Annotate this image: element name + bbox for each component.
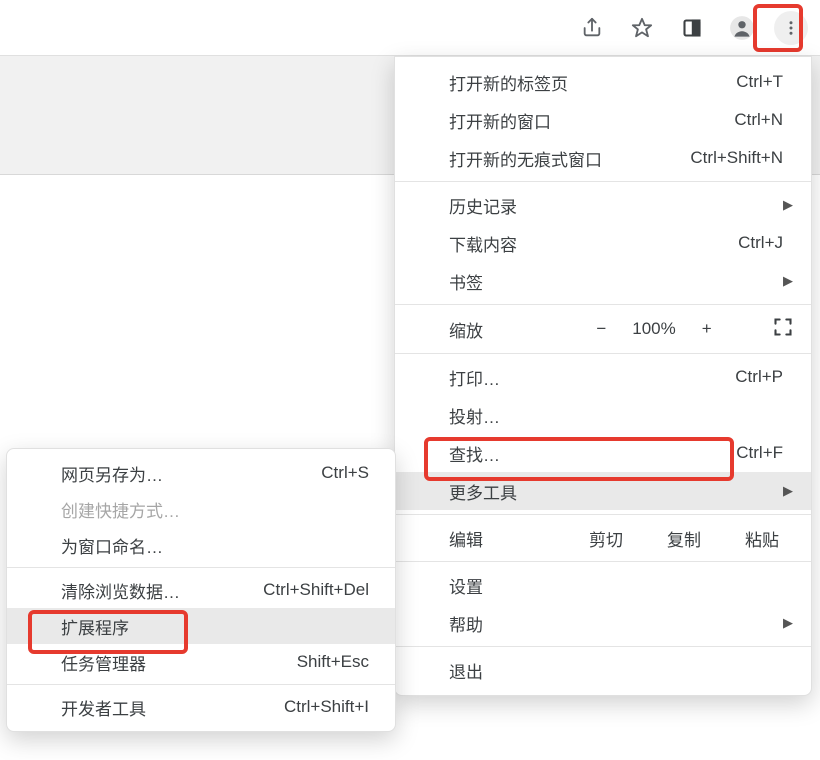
submenu-item-dev-tools[interactable]: 开发者工具 Ctrl+Shift+I [7, 689, 395, 725]
chevron-right-icon: ▶ [783, 483, 793, 499]
menu-label: 下载内容 [449, 231, 738, 256]
menu-label: 查找… [449, 441, 736, 466]
edit-copy-button[interactable]: 复制 [667, 526, 701, 551]
submenu-separator [7, 684, 395, 685]
submenu-shortcut: Shift+Esc [297, 652, 369, 672]
zoom-label: 缩放 [449, 317, 559, 342]
zoom-controls: − 100% + [559, 319, 749, 339]
browser-toolbar [0, 0, 820, 56]
submenu-shortcut: Ctrl+Shift+I [284, 697, 369, 717]
side-panel-icon[interactable] [674, 10, 710, 46]
menu-item-edit: 编辑 剪切 复制 粘贴 [395, 519, 811, 557]
menu-label: 打印… [449, 365, 735, 390]
menu-label: 打开新的标签页 [449, 70, 736, 95]
edit-label: 编辑 [449, 526, 589, 551]
zoom-value: 100% [632, 319, 675, 339]
submenu-item-extensions[interactable]: 扩展程序 [7, 608, 395, 644]
edit-cut-button[interactable]: 剪切 [589, 526, 623, 551]
edit-ops: 剪切 复制 粘贴 [589, 526, 779, 551]
toolbar-right-icons [574, 0, 808, 56]
menu-item-find[interactable]: 查找… Ctrl+F [395, 434, 811, 472]
menu-item-exit[interactable]: 退出 [395, 651, 811, 689]
share-icon[interactable] [574, 10, 610, 46]
star-icon[interactable] [624, 10, 660, 46]
menu-separator [395, 304, 811, 305]
menu-label: 打开新的无痕式窗口 [449, 146, 690, 171]
menu-shortcut: Ctrl+P [735, 367, 783, 387]
submenu-label: 创建快捷方式… [61, 497, 369, 522]
profile-icon[interactable] [724, 10, 760, 46]
submenu-separator [7, 567, 395, 568]
menu-separator [395, 514, 811, 515]
menu-item-downloads[interactable]: 下载内容 Ctrl+J [395, 224, 811, 262]
submenu-shortcut: Ctrl+S [321, 463, 369, 483]
main-dropdown-menu: 打开新的标签页 Ctrl+T 打开新的窗口 Ctrl+N 打开新的无痕式窗口 C… [394, 56, 812, 696]
zoom-out-button[interactable]: − [596, 319, 606, 339]
menu-item-help[interactable]: 帮助 ▶ [395, 604, 811, 642]
menu-label: 打开新的窗口 [449, 108, 734, 133]
fullscreen-icon[interactable] [773, 317, 793, 342]
submenu-item-save-as[interactable]: 网页另存为… Ctrl+S [7, 455, 395, 491]
menu-label: 历史记录 [449, 193, 783, 218]
edit-paste-button[interactable]: 粘贴 [745, 526, 779, 551]
submenu-item-name-window[interactable]: 为窗口命名… [7, 527, 395, 563]
menu-label: 设置 [449, 573, 783, 598]
menu-shortcut: Ctrl+F [736, 443, 783, 463]
more-tools-submenu: 网页另存为… Ctrl+S 创建快捷方式… 为窗口命名… 清除浏览数据… Ctr… [6, 448, 396, 732]
submenu-item-create-shortcut: 创建快捷方式… [7, 491, 395, 527]
menu-item-new-tab[interactable]: 打开新的标签页 Ctrl+T [395, 63, 811, 101]
submenu-item-task-manager[interactable]: 任务管理器 Shift+Esc [7, 644, 395, 680]
menu-separator [395, 353, 811, 354]
menu-label: 更多工具 [449, 479, 783, 504]
menu-item-settings[interactable]: 设置 [395, 566, 811, 604]
menu-label: 书签 [449, 269, 783, 294]
menu-item-new-incognito[interactable]: 打开新的无痕式窗口 Ctrl+Shift+N [395, 139, 811, 177]
chevron-right-icon: ▶ [783, 197, 793, 213]
submenu-label: 扩展程序 [61, 614, 369, 639]
menu-separator [395, 646, 811, 647]
menu-shortcut: Ctrl+J [738, 233, 783, 253]
menu-item-new-window[interactable]: 打开新的窗口 Ctrl+N [395, 101, 811, 139]
submenu-label: 清除浏览数据… [61, 578, 263, 603]
menu-item-zoom: 缩放 − 100% + [395, 309, 811, 349]
menu-item-history[interactable]: 历史记录 ▶ [395, 186, 811, 224]
menu-label: 退出 [449, 658, 783, 683]
menu-shortcut: Ctrl+N [734, 110, 783, 130]
menu-shortcut: Ctrl+Shift+N [690, 148, 783, 168]
zoom-in-button[interactable]: + [702, 319, 712, 339]
submenu-label: 为窗口命名… [61, 533, 369, 558]
submenu-label: 网页另存为… [61, 461, 321, 486]
menu-item-print[interactable]: 打印… Ctrl+P [395, 358, 811, 396]
chevron-right-icon: ▶ [783, 615, 793, 631]
menu-label: 投射… [449, 403, 783, 428]
menu-separator [395, 561, 811, 562]
menu-item-bookmarks[interactable]: 书签 ▶ [395, 262, 811, 300]
kebab-menu-icon[interactable] [774, 11, 808, 45]
submenu-shortcut: Ctrl+Shift+Del [263, 580, 369, 600]
menu-item-more-tools[interactable]: 更多工具 ▶ [395, 472, 811, 510]
menu-shortcut: Ctrl+T [736, 72, 783, 92]
submenu-label: 任务管理器 [61, 650, 297, 675]
menu-label: 帮助 [449, 611, 783, 636]
submenu-item-clear-data[interactable]: 清除浏览数据… Ctrl+Shift+Del [7, 572, 395, 608]
chevron-right-icon: ▶ [783, 273, 793, 289]
submenu-label: 开发者工具 [61, 695, 284, 720]
menu-separator [395, 181, 811, 182]
menu-item-cast[interactable]: 投射… [395, 396, 811, 434]
